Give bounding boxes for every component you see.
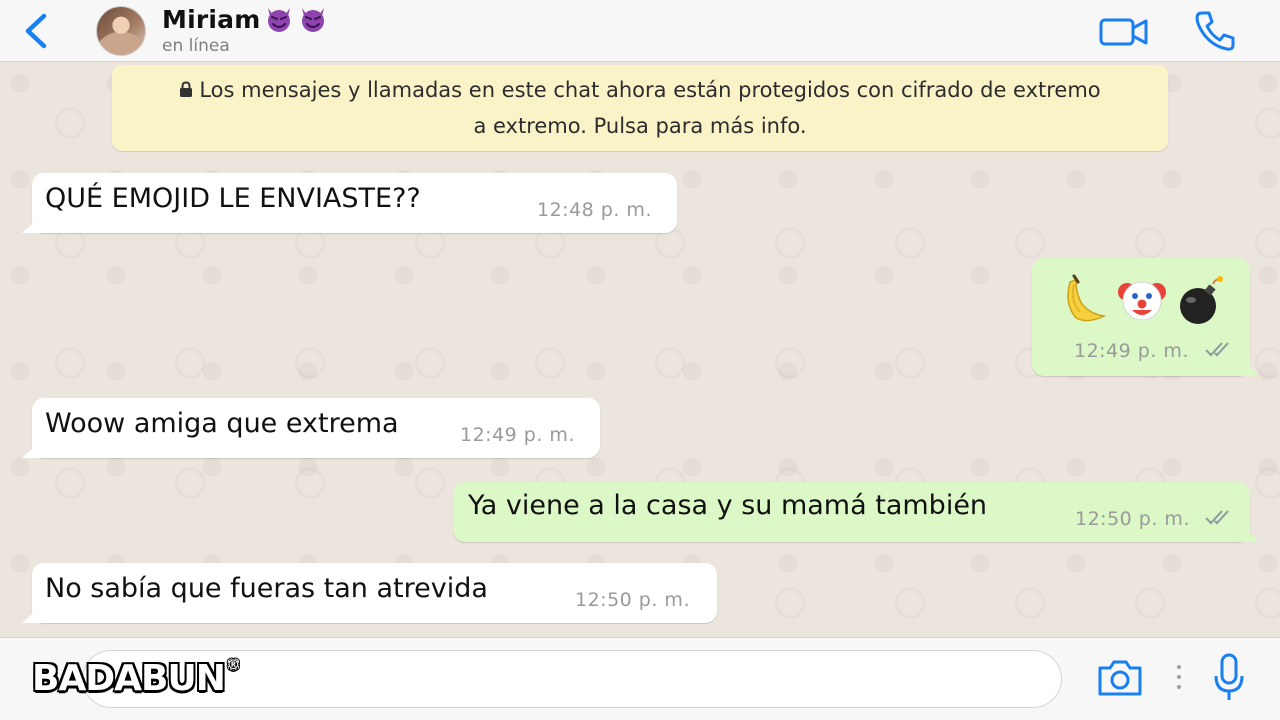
double-check-icon — [1205, 510, 1229, 525]
composer-bar: BADABUN ® — [0, 637, 1280, 720]
message-bubble-incoming[interactable]: QUÉ EMOJID LE ENVIASTE?? 12:48 p. m. — [22, 173, 677, 233]
message-bubble-outgoing[interactable]: Ya viene a la casa y su mamá también 12:… — [453, 482, 1260, 542]
message-bubble-incoming[interactable]: No sabía que fueras tan atrevida 12:50 p… — [22, 563, 717, 623]
message-text: Ya viene a la casa y su mamá también — [468, 490, 988, 521]
badabun-watermark: BADABUN ® — [32, 658, 240, 699]
back-chevron-icon[interactable] — [18, 10, 54, 52]
contact-avatar[interactable] — [96, 6, 146, 56]
message-text: Woow amiga que extrema — [45, 408, 399, 439]
message-time: 12:49 p. m. — [1074, 340, 1189, 362]
chat-area[interactable]: Los mensajes y llamadas en este chat aho… — [0, 63, 1280, 637]
bubble-tail — [1240, 358, 1260, 376]
contact-name[interactable]: Miriam — [162, 3, 328, 35]
camera-icon[interactable] — [1096, 658, 1144, 698]
contact-name-text: Miriam — [162, 4, 261, 34]
encryption-notice-line2: a extremo. Pulsa para más info. — [473, 114, 807, 138]
devil-emoji — [302, 8, 325, 32]
encryption-notice[interactable]: Los mensajes y llamadas en este chat aho… — [112, 65, 1168, 151]
bubble-tail — [22, 215, 42, 233]
message-bubble-incoming[interactable]: Woow amiga que extrema 12:49 p. m. — [22, 398, 600, 458]
message-time: 12:50 p. m. — [1075, 508, 1190, 530]
message-time: 12:48 p. m. — [537, 199, 652, 221]
message-bubble-outgoing[interactable]: 12:49 p. m. — [1032, 258, 1260, 376]
bubble-tail — [1240, 524, 1260, 542]
message-text: QUÉ EMOJID LE ENVIASTE?? — [45, 183, 421, 214]
contact-status: en línea — [162, 36, 230, 56]
bubble-tail — [22, 440, 42, 458]
lock-icon — [180, 81, 193, 97]
microphone-icon[interactable] — [1212, 652, 1246, 704]
devil-emoji — [268, 8, 291, 32]
bomb-emoji — [1180, 276, 1223, 324]
banana-emoji — [1067, 274, 1107, 322]
bubble-tail — [22, 605, 42, 623]
message-time: 12:49 p. m. — [460, 424, 575, 446]
message-text: No sabía que fueras tan atrevida — [45, 573, 488, 604]
phone-call-icon[interactable] — [1192, 8, 1238, 54]
double-check-icon — [1205, 342, 1229, 357]
encryption-notice-line1: Los mensajes y llamadas en este chat aho… — [112, 72, 1168, 108]
message-time: 12:50 p. m. — [575, 589, 690, 611]
video-call-icon[interactable] — [1098, 14, 1150, 50]
more-dots-icon[interactable] — [1175, 662, 1183, 692]
clown-emoji — [1118, 281, 1166, 321]
chat-header: Miriam en línea — [0, 0, 1280, 62]
